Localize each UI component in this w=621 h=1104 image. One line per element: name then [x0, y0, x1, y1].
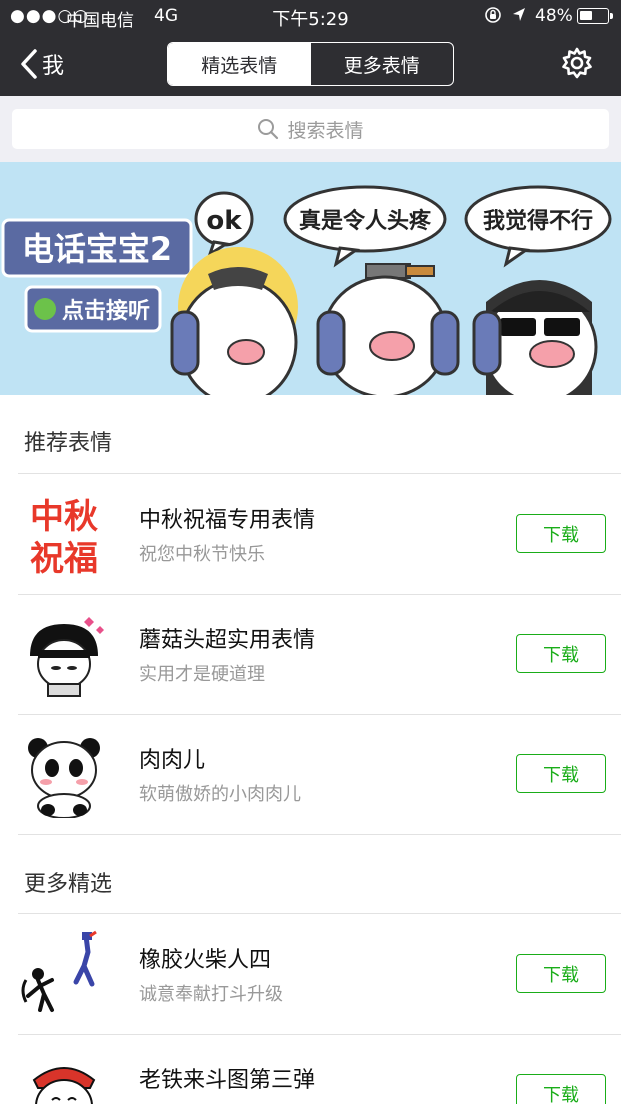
sticker-thumbnail-laughing-man	[18, 1050, 110, 1104]
battery-icon	[577, 8, 609, 24]
sticker-name: 橡胶火柴人四	[139, 948, 272, 973]
more-section-title: 更多精选	[24, 872, 113, 897]
baby-character-3	[472, 280, 598, 395]
sticker-desc: 祝您中秋节快乐	[139, 544, 265, 565]
sticker-name: 蘑菇头超实用表情	[139, 628, 316, 653]
sticker-name: 肉肉儿	[139, 748, 206, 773]
bubble-headache-text: 真是令人头疼	[299, 208, 432, 234]
location-arrow-icon	[511, 6, 527, 29]
rotation-lock-icon	[484, 6, 502, 29]
list-item[interactable]: 中秋 祝福 中秋祝福专用表情 祝您中秋节快乐 下载	[0, 474, 621, 594]
search-placeholder: 搜索表情	[287, 119, 364, 142]
top-bar: ●●●○○ 中国电信 4G 下午5:29 48% 我 精选表情 更多表情	[0, 0, 621, 96]
list-item[interactable]: 肉肉儿 软萌傲娇的小肉肉儿 下载	[0, 714, 621, 834]
sticker-desc: 诚意奉献打斗升级	[139, 984, 283, 1005]
gear-icon	[562, 47, 592, 79]
list-item[interactable]: 老铁来斗图第三弹 下载	[0, 1034, 621, 1104]
promo-banner[interactable]: 电话宝宝2 点击接听 ok 真是令人头疼 我觉得不行	[0, 162, 621, 395]
bubble-ok-text: ok	[206, 206, 242, 236]
list-item[interactable]: 蘑菇头超实用表情 实用才是硬道理 下载	[0, 594, 621, 714]
sticker-name: 老铁来斗图第三弹	[139, 1068, 316, 1093]
sticker-desc: 软萌傲娇的小肉肉儿	[139, 784, 301, 805]
battery-percent: 48%	[535, 6, 573, 26]
banner-title: 电话宝宝2	[22, 230, 172, 268]
banner-artwork: 电话宝宝2 点击接听 ok 真是令人头疼 我觉得不行	[0, 162, 621, 395]
download-button[interactable]: 下载	[516, 1074, 606, 1104]
sticker-thumbnail-panda-bun	[18, 730, 110, 819]
back-label: 我	[42, 54, 65, 79]
sticker-thumbnail-stickman	[18, 930, 110, 1018]
status-time: 下午5:29	[272, 9, 349, 30]
banner-call-label: 点击接听	[62, 298, 150, 324]
sticker-thumbnail-midautumn: 中秋 祝福	[18, 490, 110, 579]
phone-icon	[34, 298, 56, 320]
status-bar: ●●●○○ 中国电信 4G 下午5:29 48%	[0, 0, 621, 32]
list-item[interactable]: 橡胶火柴人四 诚意奉献打斗升级 下载	[0, 914, 621, 1034]
tab-more-stickers[interactable]: 更多表情	[311, 43, 454, 85]
download-button[interactable]: 下载	[516, 634, 606, 673]
recommended-section-title: 推荐表情	[24, 431, 113, 456]
back-button[interactable]: 我	[18, 44, 64, 84]
sticker-thumbnail-mushroom-head	[18, 610, 110, 698]
search-input[interactable]: 搜索表情	[12, 109, 609, 149]
battery-fill	[580, 11, 592, 20]
battery-tip	[610, 13, 613, 19]
thumb-line-2: 祝福	[30, 539, 98, 578]
download-button[interactable]: 下载	[516, 954, 606, 993]
segmented-control: 精选表情 更多表情	[167, 42, 454, 86]
sticker-desc: 实用才是硬道理	[139, 664, 265, 685]
search-icon	[258, 119, 279, 140]
divider	[18, 834, 621, 835]
download-button[interactable]: 下载	[516, 754, 606, 793]
search-area: 搜索表情	[0, 96, 621, 162]
tab-featured-stickers[interactable]: 精选表情	[168, 43, 311, 85]
sticker-name: 中秋祝福专用表情	[139, 508, 316, 533]
download-button[interactable]: 下载	[516, 514, 606, 553]
bubble-no-good-text: 我觉得不行	[483, 208, 593, 234]
settings-button[interactable]	[560, 46, 594, 80]
thumb-line-1: 中秋	[30, 497, 98, 537]
chevron-left-icon	[21, 49, 37, 79]
